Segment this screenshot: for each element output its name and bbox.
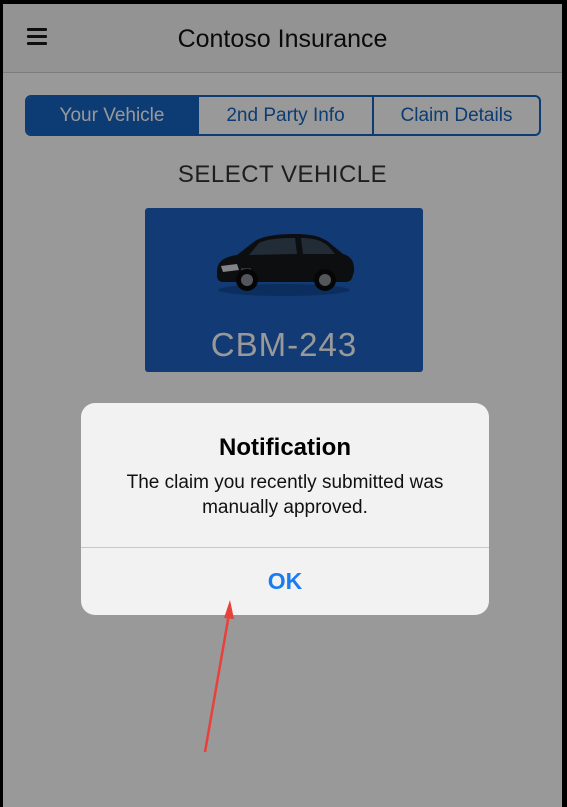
app-screen: Contoso Insurance Your Vehicle 2nd Party…	[3, 4, 562, 807]
ok-button[interactable]: OK	[81, 548, 489, 615]
dialog-message: The claim you recently submitted was man…	[126, 472, 444, 518]
dialog-title: Notification	[219, 434, 351, 461]
notification-dialog: Notification The claim you recently subm…	[81, 403, 489, 615]
